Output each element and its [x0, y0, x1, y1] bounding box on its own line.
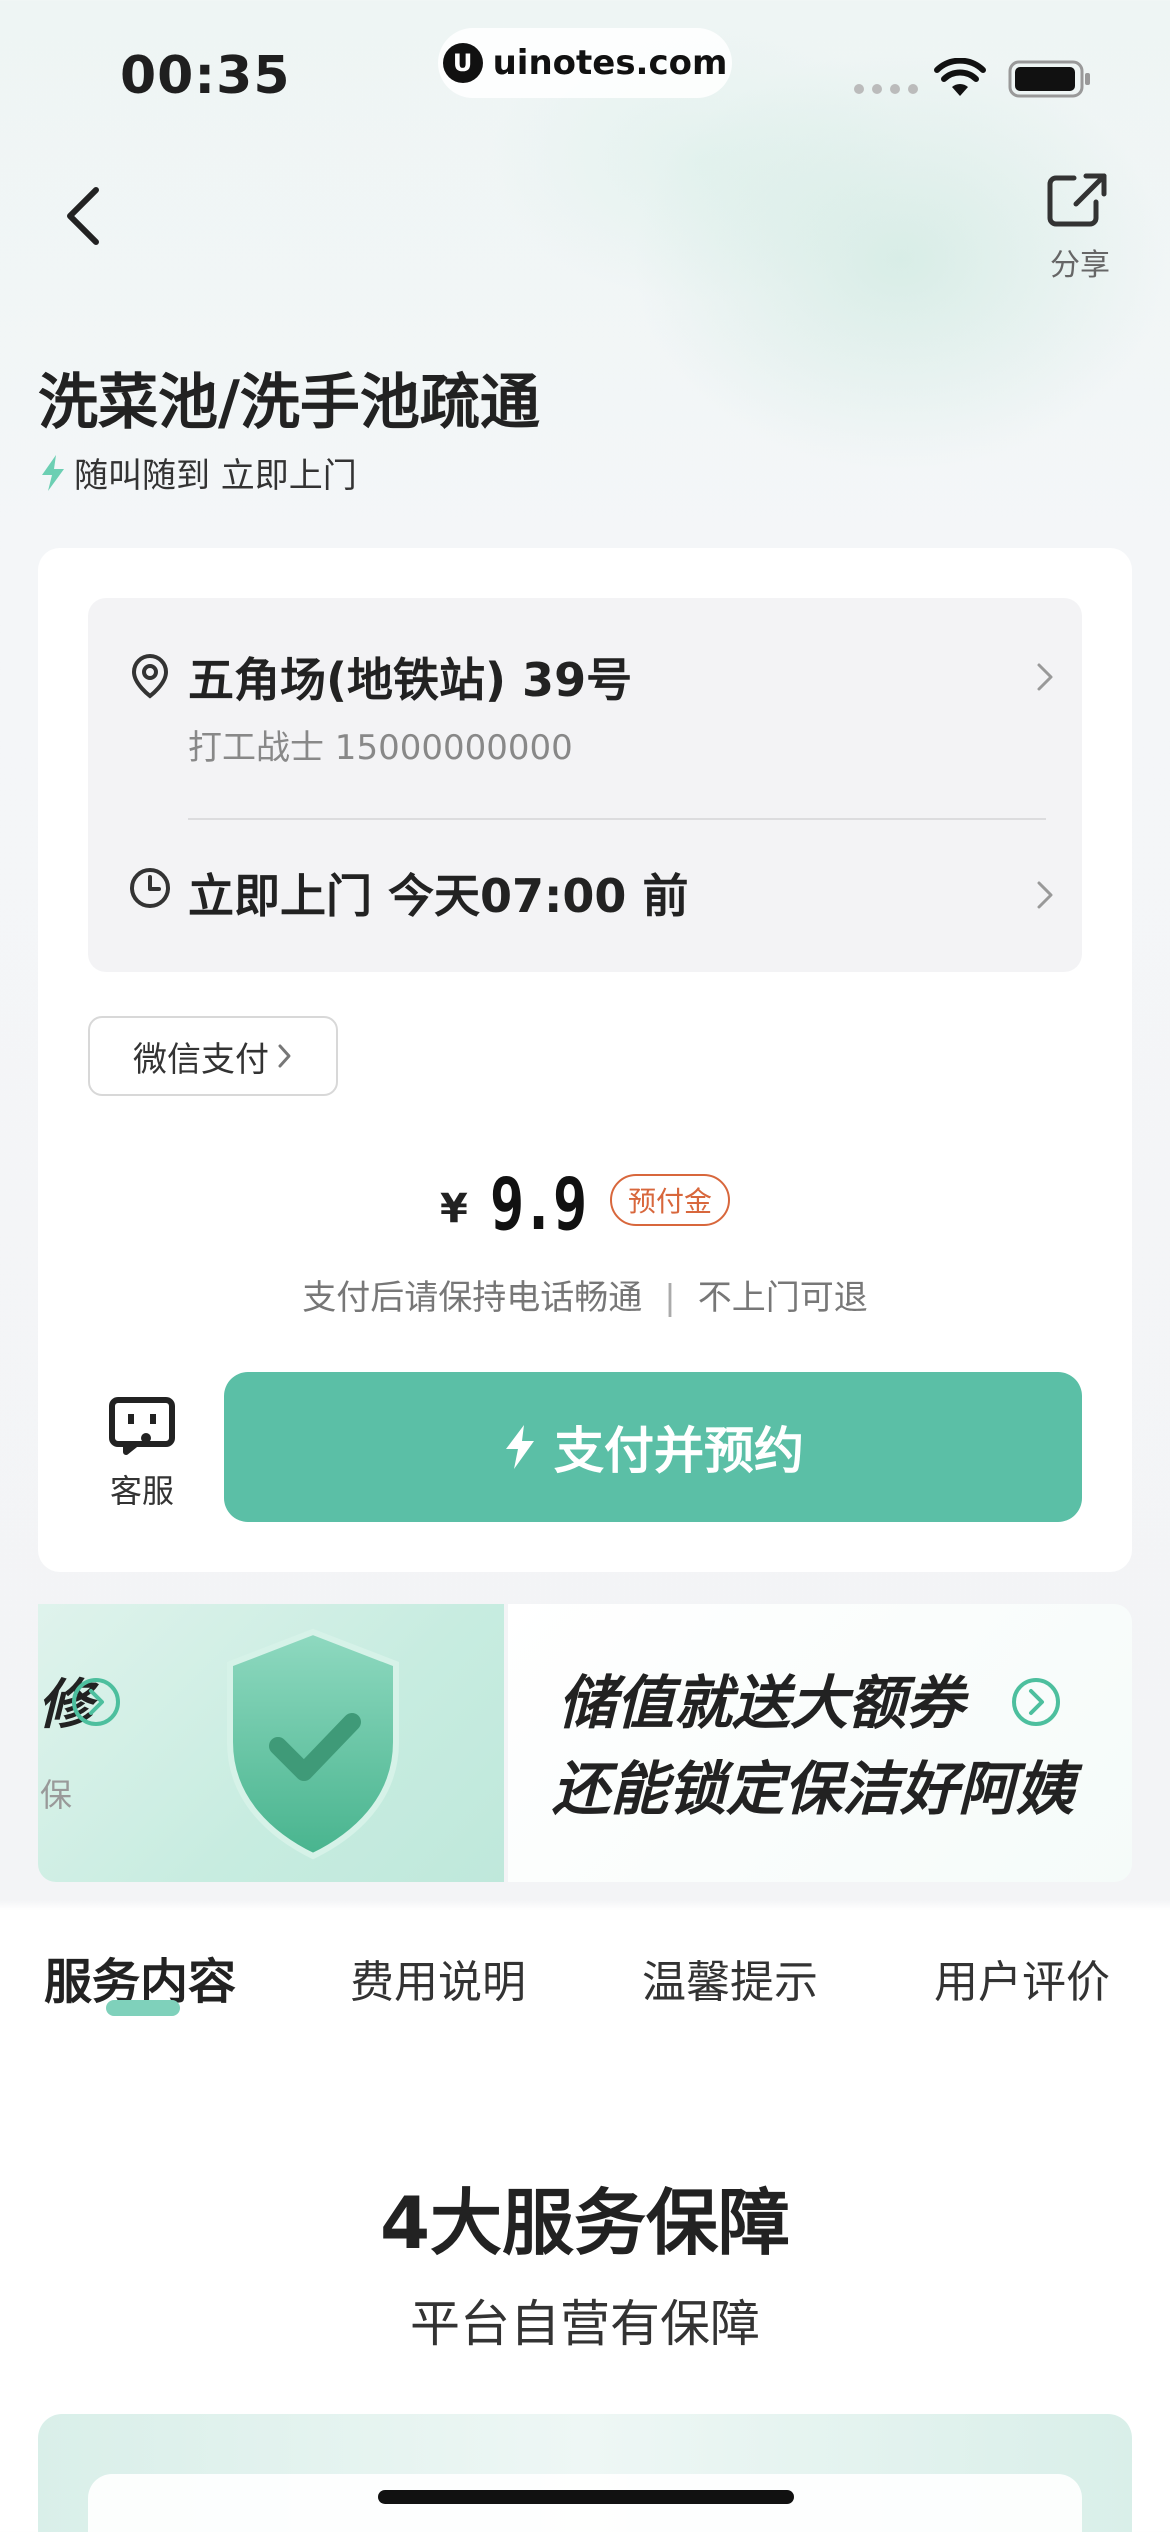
share-button[interactable]: 分享	[1038, 168, 1122, 283]
share-label: 分享	[1050, 248, 1110, 283]
section-title: 4大服务保障	[379, 2181, 791, 2265]
tab-fee-description[interactable]: 费用说明	[350, 1946, 526, 2010]
tagline: 随叫随到 立即上门	[74, 456, 357, 496]
pay-and-book-label: 支付并预约	[554, 1422, 804, 1480]
payment-note-right: 不上门可退	[697, 1278, 868, 1318]
shield-check-icon	[227, 1628, 399, 1860]
share-icon	[1047, 173, 1107, 227]
banner-right-line1: 储值就送大额券	[558, 1669, 965, 1737]
page-title: 洗菜池/洗手池疏通	[38, 368, 540, 438]
pay-and-book-button[interactable]: 支付并预约	[224, 1372, 1082, 1522]
chevron-right-icon	[1037, 663, 1053, 691]
tab-tips[interactable]: 温馨提示	[642, 1946, 818, 2010]
chevron-right-icon	[278, 1044, 291, 1068]
payment-method-label: 微信支付	[133, 1039, 269, 1080]
note-separator: |	[664, 1278, 676, 1318]
customer-service-button[interactable]: 客服	[82, 1394, 202, 1524]
arrow-circle-right-icon	[1012, 1678, 1060, 1726]
watermark-text: uinotes.com	[492, 43, 728, 83]
active-tab-indicator	[106, 2000, 180, 2016]
arrow-circle-right-icon	[72, 1678, 120, 1726]
visit-time-row[interactable]: 立即上门 今天07:00 前	[88, 820, 1082, 972]
payment-method-selector[interactable]: 微信支付	[88, 1016, 338, 1096]
address-title: 五角场(地铁站) 39号	[188, 653, 633, 707]
address-row[interactable]: 五角场(地铁站) 39号 打工战士 15000000000	[88, 598, 1082, 818]
headset-icon	[109, 1397, 175, 1455]
lightning-icon	[42, 454, 64, 491]
payment-note-left: 支付后请保持电话畅通	[302, 1278, 643, 1318]
location-pin-icon	[131, 653, 169, 699]
banner-left-subtitle: 保	[40, 1776, 73, 1814]
prepay-badge: 预付金	[609, 1174, 730, 1226]
promo-banner-left[interactable]: 修 保	[38, 1604, 504, 1882]
visit-time: 立即上门 今天07:00 前	[188, 869, 689, 923]
tab-user-reviews[interactable]: 用户评价	[934, 1946, 1110, 2010]
watermark-pill: U uinotes.com	[438, 28, 732, 98]
order-info-block: 五角场(地铁站) 39号 打工战士 15000000000 立即上门 今天07:…	[88, 598, 1082, 972]
contact-info: 打工战士 15000000000	[188, 728, 573, 768]
chevron-right-icon	[1037, 881, 1053, 909]
section-subtitle: 平台自营有保障	[410, 2295, 760, 2353]
customer-service-label: 客服	[109, 1472, 174, 1510]
price-row: ¥ 9.9 预付金	[38, 1164, 1132, 1244]
battery-icon	[1008, 60, 1090, 98]
currency-symbol: ¥	[440, 1186, 468, 1232]
banner-right-line2: 还能锁定保洁好阿姨	[552, 1755, 1075, 1823]
cellular-signal-icon	[854, 84, 918, 94]
tagline-row: 随叫随到 立即上门	[38, 448, 357, 497]
status-time: 00:35	[120, 46, 291, 106]
payment-note: 支付后请保持电话畅通 | 不上门可退	[38, 1270, 1132, 1319]
order-card: 五角场(地铁站) 39号 打工战士 15000000000 立即上门 今天07:…	[38, 548, 1132, 1572]
back-button[interactable]	[56, 176, 116, 256]
wifi-icon	[934, 58, 986, 96]
lightning-icon	[506, 1425, 534, 1469]
watermark-logo-icon: U	[442, 43, 483, 83]
promo-banner-right[interactable]: 储值就送大额券 还能锁定保洁好阿姨	[508, 1604, 1132, 1882]
clock-icon	[130, 868, 170, 908]
price-value: 9.9	[489, 1162, 588, 1246]
home-indicator	[378, 2490, 794, 2504]
status-bar: 00:35 U uinotes.com	[0, 0, 1170, 150]
guarantee-card	[38, 2414, 1132, 2532]
chevron-left-icon	[67, 187, 99, 245]
